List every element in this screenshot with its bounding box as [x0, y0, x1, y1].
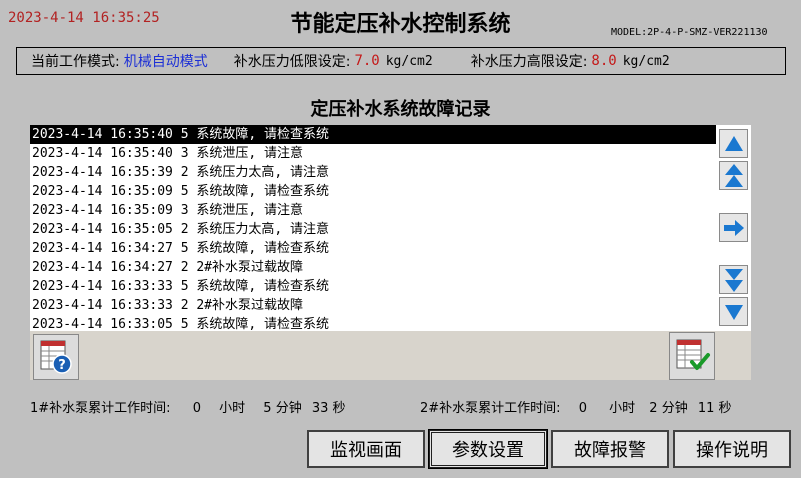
page-down-button[interactable]	[719, 265, 748, 294]
pump2-minutes-unit: 分钟	[661, 401, 688, 416]
log-row[interactable]: 2023-4-14 16:35:09 5 系统故障, 请检查系统	[30, 182, 716, 201]
pump1-seconds: 33	[311, 401, 329, 416]
pump2-runtime: 2#补水泵累计工作时间: 0 小时 2 分钟 11 秒	[420, 397, 732, 416]
log-row[interactable]: 2023-4-14 16:33:33 5 系统故障, 请检查系统	[30, 277, 716, 296]
double-arrow-down-icon	[724, 268, 743, 292]
scroll-up-button[interactable]	[719, 129, 748, 158]
operation-guide-button[interactable]: 操作说明	[673, 430, 791, 468]
table-check-icon	[676, 339, 710, 370]
log-scroll-controls	[716, 125, 751, 331]
log-row[interactable]: 2023-4-14 16:35:40 3 系统泄压, 请注意	[30, 144, 716, 163]
param-settings-button[interactable]: 参数设置	[428, 429, 548, 469]
svg-text:?: ?	[58, 358, 66, 373]
pump1-runtime-label: 1#补水泵累计工作时间:	[30, 401, 171, 416]
pump1-runtime: 1#补水泵累计工作时间: 0 小时 5 分钟 33 秒	[30, 397, 346, 416]
fault-log-title: 定压补水系统故障记录	[310, 99, 491, 120]
fault-log-list[interactable]: 2023-4-14 16:35:40 5 系统故障, 请检查系统 2023-4-…	[30, 125, 716, 331]
log-row[interactable]: 2023-4-14 16:34:27 2 2#补水泵过载故障	[30, 258, 716, 277]
log-row[interactable]: 2023-4-14 16:34:27 5 系统故障, 请检查系统	[30, 239, 716, 258]
scroll-down-button[interactable]	[719, 297, 748, 326]
mode-bar: 当前工作模式: 机械自动模式 补水压力低限设定: 7.0 kg/cm2 补水压力…	[16, 47, 786, 75]
log-row[interactable]: 2023-4-14 16:33:33 2 2#补水泵过载故障	[30, 296, 716, 315]
log-row[interactable]: 2023-4-14 16:33:05 5 系统故障, 请检查系统	[30, 315, 716, 331]
arrow-right-icon	[723, 219, 744, 236]
low-limit-unit: kg/cm2	[385, 53, 433, 69]
low-limit-label: 补水压力低限设定:	[233, 54, 351, 70]
pump2-seconds-unit: 秒	[718, 401, 732, 416]
high-limit-value[interactable]: 8.0	[591, 53, 616, 69]
pump2-hours-unit: 小时	[609, 401, 636, 416]
pump1-hours-unit: 小时	[219, 401, 246, 416]
pump2-minutes: 2	[649, 401, 658, 416]
pump2-seconds: 11	[697, 401, 715, 416]
high-limit-label: 补水压力高限设定:	[470, 54, 588, 70]
log-row[interactable]: 2023-4-14 16:35:40 5 系统故障, 请检查系统	[30, 125, 716, 144]
pump1-hours: 0	[192, 401, 201, 416]
pump2-hours: 0	[578, 401, 587, 416]
mode-label: 当前工作模式:	[31, 54, 120, 70]
pump1-seconds-unit: 秒	[332, 401, 346, 416]
confirm-button[interactable]	[669, 332, 715, 380]
go-button[interactable]	[719, 213, 748, 242]
arrow-down-icon	[724, 304, 743, 320]
mode-value: 机械自动模式	[123, 54, 208, 70]
double-arrow-up-icon	[724, 163, 743, 187]
pump1-minutes: 5	[263, 401, 272, 416]
high-limit-unit: kg/cm2	[622, 53, 670, 69]
log-row[interactable]: 2023-4-14 16:35:05 2 系统压力太高, 请注意	[30, 220, 716, 239]
low-limit-value[interactable]: 7.0	[354, 53, 379, 69]
log-row[interactable]: 2023-4-14 16:35:09 3 系统泄压, 请注意	[30, 201, 716, 220]
pump2-runtime-label: 2#补水泵累计工作时间:	[420, 401, 561, 416]
fault-alarm-button[interactable]: 故障报警	[551, 430, 669, 468]
page-up-button[interactable]	[719, 161, 748, 190]
monitor-view-button[interactable]: 监视画面	[307, 430, 425, 468]
pump1-minutes-unit: 分钟	[275, 401, 302, 416]
log-action-panel: ?	[30, 331, 751, 380]
help-button[interactable]: ?	[33, 334, 79, 380]
help-table-icon: ?	[40, 340, 72, 374]
log-row[interactable]: 2023-4-14 16:35:39 2 系统压力太高, 请注意	[30, 163, 716, 182]
arrow-up-icon	[724, 135, 743, 151]
model-label: MODEL:2P-4-P-SMZ-VER221130	[611, 27, 768, 38]
